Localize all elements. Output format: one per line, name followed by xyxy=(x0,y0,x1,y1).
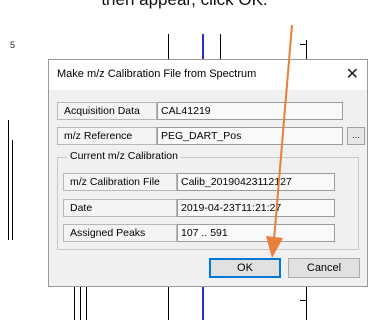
arrow-shaft xyxy=(273,24,293,241)
arrow-head xyxy=(266,236,283,258)
annotation-arrow xyxy=(266,24,293,258)
